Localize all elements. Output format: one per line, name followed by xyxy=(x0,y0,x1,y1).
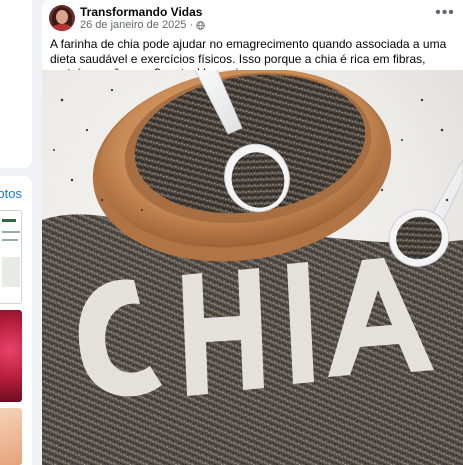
photo-thumbnail[interactable] xyxy=(0,210,22,304)
left-sidebar-card xyxy=(0,0,32,168)
photos-link[interactable]: Fotos xyxy=(0,186,22,201)
post-image[interactable] xyxy=(42,70,463,465)
photo-thumbnail[interactable] xyxy=(0,310,22,402)
post-header: Transformando Vidas 26 de janeiro de 202… xyxy=(42,0,463,36)
author-name[interactable]: Transformando Vidas xyxy=(80,5,202,19)
more-options-icon[interactable]: ••• xyxy=(435,5,455,24)
globe-icon xyxy=(196,20,205,30)
photo-thumbnail[interactable] xyxy=(0,408,22,465)
post-date[interactable]: 26 de janeiro de 2025 xyxy=(80,19,186,31)
photos-card: Fotos xyxy=(0,176,32,465)
author-avatar[interactable] xyxy=(49,5,75,31)
post-meta: 26 de janeiro de 2025 · xyxy=(80,19,205,31)
post-card: Transformando Vidas 26 de janeiro de 202… xyxy=(42,0,463,465)
chia-seeds-illustration xyxy=(42,70,463,465)
meta-separator: · xyxy=(189,19,194,31)
